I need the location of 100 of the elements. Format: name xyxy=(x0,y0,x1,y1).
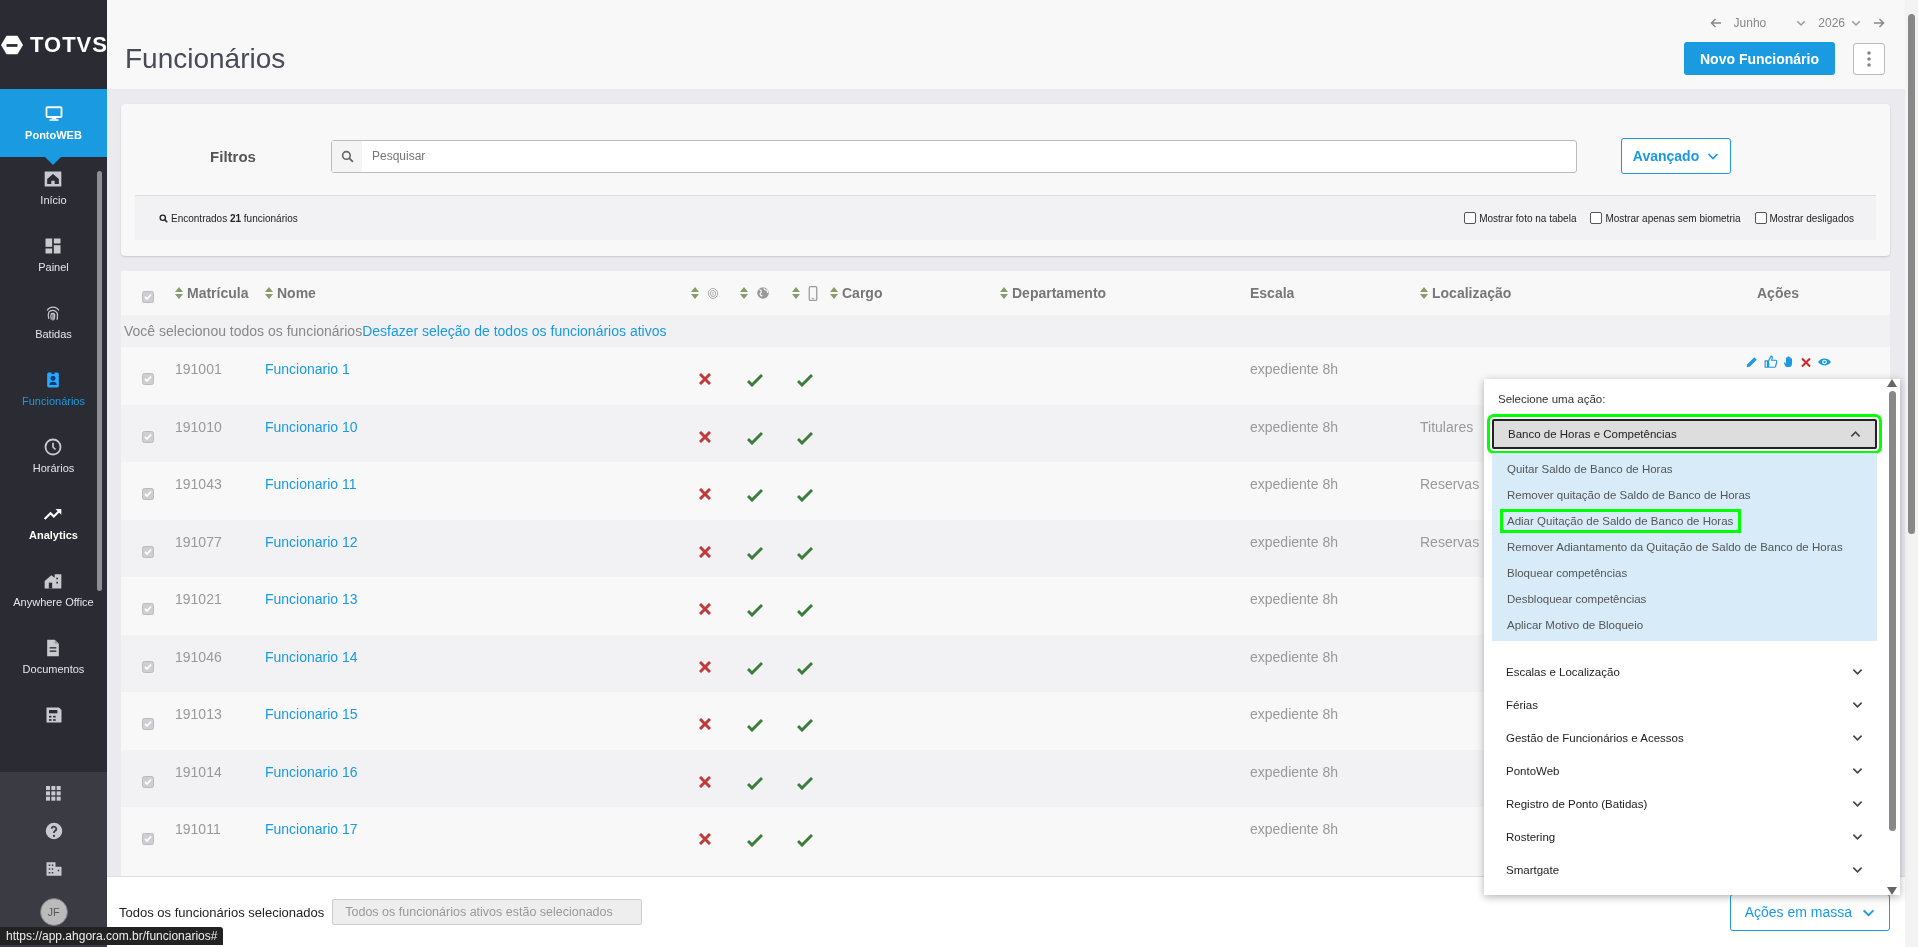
column-header[interactable]: Nome xyxy=(277,285,316,301)
row-checkbox[interactable] xyxy=(142,545,154,558)
row-checkbox[interactable] xyxy=(142,833,154,845)
fingerprint-icon xyxy=(707,285,719,301)
checkbox[interactable] xyxy=(1754,212,1767,224)
search-field[interactable]: Pesquisar xyxy=(331,139,1577,173)
table-cell: Reservas xyxy=(1420,476,1480,492)
select-all-checkbox[interactable] xyxy=(142,291,154,303)
group-header[interactable]: Escalas e Localização xyxy=(1492,655,1877,688)
menu-item[interactable]: Adiar Quitação de Saldo de Banco de Horas xyxy=(1503,512,1739,530)
user-avatar[interactable]: JF xyxy=(39,898,68,926)
group-header[interactable]: PontoWeb xyxy=(1492,754,1877,787)
month-select[interactable]: Junho xyxy=(1733,16,1807,30)
table-cell: 191046 xyxy=(175,648,222,665)
table-cell: 191013 xyxy=(175,706,222,722)
home-icon xyxy=(43,169,64,189)
column-header: Escala xyxy=(1250,285,1295,301)
checkbox[interactable] xyxy=(1464,212,1477,224)
more-options-button[interactable] xyxy=(1853,42,1885,75)
building-icon xyxy=(44,860,63,878)
menu-item[interactable]: Remover quitação de Saldo de Banco de Horas xyxy=(1507,486,1756,504)
row-checkbox[interactable] xyxy=(142,718,154,730)
logo-text: TOTVS xyxy=(30,31,108,58)
year-select[interactable]: 2026 xyxy=(1818,16,1861,30)
sort-icon[interactable] xyxy=(1000,287,1008,299)
page-scrollbar[interactable] xyxy=(1905,0,1918,947)
new-employee-button[interactable]: Novo Funcionário xyxy=(1684,42,1835,75)
phone-icon xyxy=(808,285,818,301)
sort-icon[interactable] xyxy=(1420,287,1428,299)
sort-icon[interactable] xyxy=(830,287,838,299)
group-header[interactable]: Registro de Ponto (Batidas) xyxy=(1492,787,1877,820)
employee-link[interactable]: Funcionario 16 xyxy=(265,763,358,780)
sidebar-item[interactable]: Documentos xyxy=(22,638,85,675)
scroll-up-icon xyxy=(1887,379,1897,387)
table-cell: expediente 8h xyxy=(1250,591,1338,607)
column-header[interactable]: Departamento xyxy=(1012,285,1107,301)
sidebar-item[interactable]: Batidas xyxy=(35,303,72,340)
page-title: Funcionários xyxy=(125,43,286,76)
row-checkbox[interactable] xyxy=(142,430,154,443)
sidebar-item[interactable]: Painel xyxy=(38,236,69,273)
house-icon xyxy=(43,571,64,591)
sidebar-item[interactable]: Início xyxy=(40,169,67,206)
row-checkbox[interactable] xyxy=(142,660,154,673)
sort-icon[interactable] xyxy=(691,287,699,299)
arrow-right-icon xyxy=(1873,17,1885,29)
employee-link[interactable]: Funcionario 12 xyxy=(265,533,358,550)
sidebar-item[interactable]: Anywhere Office xyxy=(13,571,94,608)
row-checkbox[interactable] xyxy=(142,488,154,500)
menu-item[interactable]: Bloquear competências xyxy=(1507,564,1633,582)
column-header[interactable]: Localização xyxy=(1432,285,1512,301)
employee-link[interactable]: Funcionario 13 xyxy=(265,591,358,607)
table-cell: 191077 xyxy=(175,533,222,550)
apps-grid-icon xyxy=(45,786,62,802)
kebab-icon xyxy=(1867,50,1871,67)
sidebar-item[interactable]: Analytics xyxy=(29,504,78,541)
row-checkbox[interactable] xyxy=(142,775,154,788)
sort-icon[interactable] xyxy=(792,287,800,299)
clock-icon xyxy=(43,437,64,457)
undo-selection-link[interactable]: Desfazer seleção de todos os funcionários ativos xyxy=(362,323,667,339)
employee-link[interactable]: Funcionario 14 xyxy=(265,648,358,665)
bulk-actions-button[interactable]: Ações em massa xyxy=(1729,893,1890,931)
table-cell: expediente 8h xyxy=(1250,418,1338,435)
menu-item[interactable]: Quitar Saldo de Banco de Horas xyxy=(1507,460,1678,478)
status-url: https://app.ahgora.com.br/funcionarios# xyxy=(0,927,224,945)
sort-icon[interactable] xyxy=(265,287,273,299)
menu-scrollbar[interactable] xyxy=(1884,379,1900,895)
sidebar-item[interactable]: Horários xyxy=(32,437,75,474)
group-header[interactable]: Smartgate xyxy=(1492,853,1877,886)
employee-link[interactable]: Funcionario 10 xyxy=(265,418,358,435)
table-cell: 191011 xyxy=(175,821,221,837)
group-header[interactable]: Férias xyxy=(1492,688,1877,721)
employee-link[interactable]: Funcionario 15 xyxy=(265,706,358,722)
chevron-down-icon xyxy=(1796,18,1807,28)
table-cell: Reservas xyxy=(1420,533,1480,550)
sort-icon[interactable] xyxy=(175,287,183,299)
menu-title: Selecione uma ação: xyxy=(1497,393,1607,407)
employee-link[interactable]: Funcionario 11 xyxy=(265,476,357,492)
menu-item[interactable]: Remover Adiantamento da Quitação de Saldo de Banco de Horas xyxy=(1507,538,1848,556)
sort-icon[interactable] xyxy=(740,287,748,299)
checkbox[interactable] xyxy=(1590,212,1603,224)
dashboard-icon xyxy=(43,236,64,256)
employee-link[interactable]: Funcionario 1 xyxy=(265,361,350,377)
menu-item[interactable]: Aplicar Motivo de Bloqueio xyxy=(1507,616,1649,634)
column-header[interactable]: Matrícula xyxy=(187,285,249,301)
pencil-icon xyxy=(1745,355,1759,369)
row-checkbox[interactable] xyxy=(142,373,154,385)
menu-item[interactable]: Desbloquear competências xyxy=(1507,590,1652,608)
column-header[interactable]: Cargo xyxy=(842,285,883,301)
advanced-button[interactable]: Avançado xyxy=(1621,138,1731,174)
group-header[interactable]: Rostering xyxy=(1492,820,1877,853)
sidebar-item[interactable]: Funcionários xyxy=(22,370,85,407)
table-cell: expediente 8h xyxy=(1250,533,1338,550)
table-cell: expediente 8h xyxy=(1250,821,1338,837)
table-cell: expediente 8h xyxy=(1250,648,1338,665)
checkbox-label: Mostrar foto na tabela xyxy=(1479,212,1577,224)
group-header[interactable]: Gestão de Funcionários e Acessos xyxy=(1492,721,1877,754)
row-checkbox[interactable] xyxy=(142,603,154,615)
product-tab[interactable]: PontoWEB xyxy=(0,89,107,157)
employee-link[interactable]: Funcionario 17 xyxy=(265,821,358,837)
checkbox-label: Mostrar apenas sem biometria xyxy=(1605,212,1741,224)
